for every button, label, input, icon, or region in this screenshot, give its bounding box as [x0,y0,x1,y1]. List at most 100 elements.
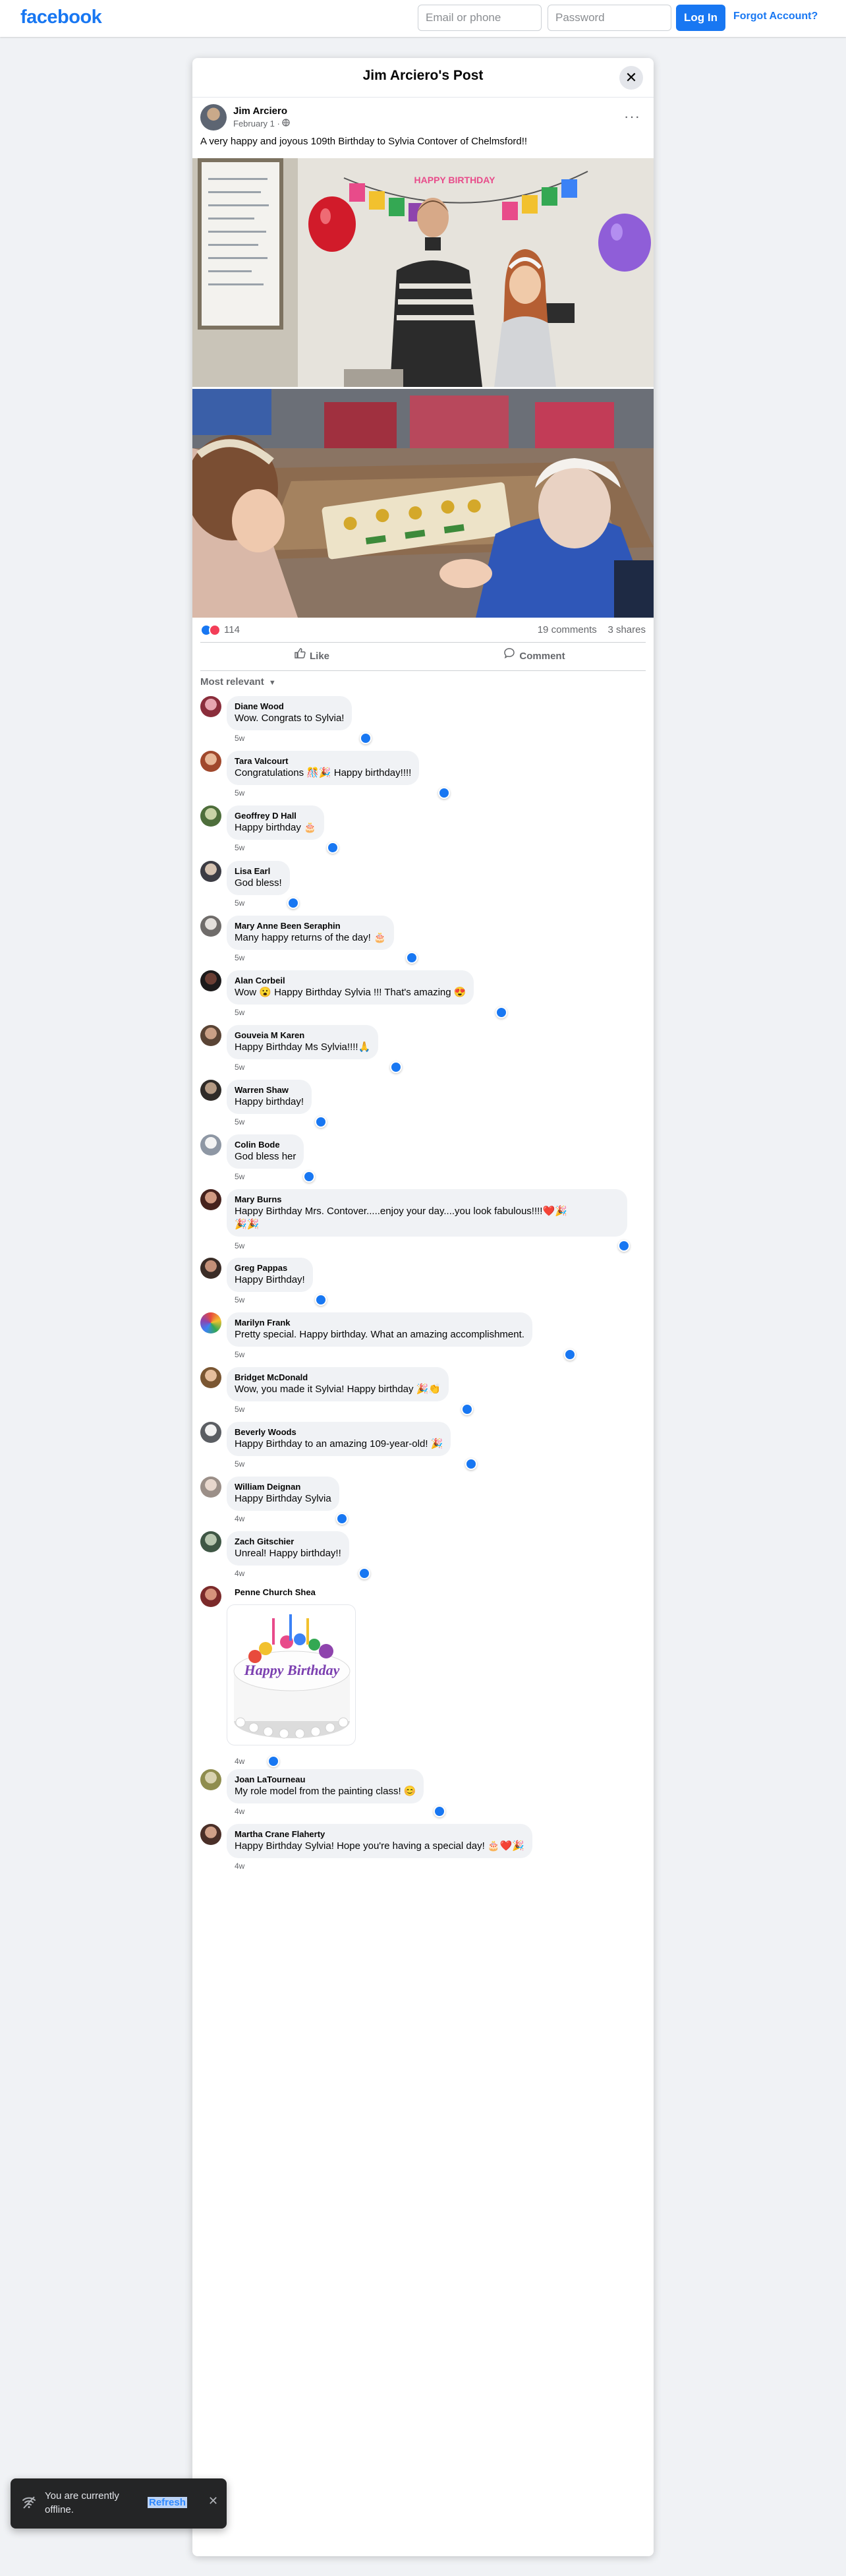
comment-time[interactable]: 5w [235,1172,244,1181]
facebook-logo[interactable]: facebook [20,7,102,28]
comments-count[interactable]: 19 comments [538,624,597,635]
like-reaction-icon[interactable] [618,1240,630,1252]
password-field[interactable] [548,5,671,31]
commenter-name[interactable]: Diane Wood [235,701,344,712]
commenter-name[interactable]: Beverly Woods [235,1427,443,1438]
more-options-icon[interactable]: ··· [624,108,640,125]
avatar[interactable] [200,1531,221,1552]
commenter-name[interactable]: Alan Corbeil [235,976,466,986]
comment-time[interactable]: 5w [235,1405,244,1414]
comment-time[interactable]: 5w [235,953,244,962]
email-field[interactable] [418,5,542,31]
avatar[interactable] [200,696,221,717]
comment-text: Many happy returns of the day! 🎂 [235,932,386,943]
avatar[interactable] [200,861,221,882]
close-icon[interactable]: ✕ [619,66,643,90]
post-date[interactable]: February 1 [233,119,275,129]
like-reaction-icon[interactable] [336,1513,348,1525]
commenter-name[interactable]: Greg Pappas [235,1263,305,1273]
commenter-name[interactable]: Mary Burns [235,1194,619,1205]
comment-time[interactable]: 4w [235,1807,244,1816]
comment-time[interactable]: 4w [235,1861,244,1871]
like-button[interactable]: Like [200,643,423,670]
commenter-name[interactable]: Penne Church Shea [235,1587,316,1598]
commenter-name[interactable]: Mary Anne Been Seraphin [235,921,386,931]
avatar[interactable] [200,1258,221,1279]
like-reaction-icon[interactable] [360,732,372,744]
avatar[interactable] [200,1367,221,1388]
like-reaction-icon[interactable] [390,1061,402,1073]
commenter-name[interactable]: Colin Bode [235,1140,296,1150]
shares-count[interactable]: 3 shares [607,624,646,635]
like-reaction-icon[interactable] [406,952,418,964]
avatar[interactable] [200,1080,221,1101]
avatar[interactable] [200,1025,221,1046]
comment-time[interactable]: 4w [235,1514,244,1523]
like-reaction-icon[interactable] [303,1171,315,1183]
like-reaction-icon[interactable] [465,1458,477,1470]
comment-time[interactable]: 5w [235,1350,244,1359]
avatar[interactable] [200,1312,221,1333]
commenter-name[interactable]: Marilyn Frank [235,1318,524,1328]
commenter-name[interactable]: Joan LaTourneau [235,1774,416,1785]
birthday-cake-sticker[interactable]: Happy Birthday [227,1604,356,1745]
commenter-name[interactable]: Warren Shaw [235,1085,304,1096]
commenter-name[interactable]: Lisa Earl [235,866,282,877]
avatar[interactable] [200,1586,221,1607]
comment-time[interactable]: 4w [235,1569,244,1578]
avatar[interactable] [200,104,227,131]
commenter-name[interactable]: William Deignan [235,1482,331,1492]
like-reaction-icon[interactable] [434,1805,445,1817]
comment-time[interactable]: 5w [235,788,244,798]
avatar[interactable] [200,1824,221,1845]
reaction-count[interactable]: 114 [224,624,240,635]
avatar[interactable] [200,1477,221,1498]
like-reaction-icon[interactable] [438,787,450,799]
like-reaction-icon[interactable] [461,1403,473,1415]
forgot-account-link[interactable]: Forgot Account? [733,11,818,22]
comment-bubble: Marilyn Frank Pretty special. Happy birt… [227,1312,532,1347]
like-reaction-icon[interactable] [564,1349,576,1361]
commenter-name[interactable]: Gouveia M Karen [235,1030,370,1041]
comment-time[interactable]: 5w [235,734,244,743]
post-photo-birthday-cake[interactable] [192,389,654,618]
commenter-name[interactable]: Geoffrey D Hall [235,811,316,821]
avatar[interactable] [200,1769,221,1790]
login-button[interactable]: Log In [676,5,725,31]
comment-time[interactable]: 5w [235,1063,244,1072]
comment-time[interactable]: 5w [235,898,244,908]
comment-time[interactable]: 5w [235,1008,244,1017]
comment-time[interactable]: 4w [235,1757,244,1766]
commenter-name[interactable]: Zach Gitschier [235,1537,341,1547]
avatar[interactable] [200,916,221,937]
comment-sort-dropdown[interactable]: Most relevant ▼ [200,676,276,688]
like-reaction-icon[interactable] [358,1567,370,1579]
commenter-name[interactable]: Tara Valcourt [235,756,411,767]
love-reaction-icon[interactable] [209,624,221,636]
comment-time[interactable]: 5w [235,1295,244,1304]
like-reaction-icon[interactable] [268,1755,279,1767]
comment-button[interactable]: Comment [423,643,646,670]
commenter-name[interactable]: Bridget McDonald [235,1372,441,1383]
avatar[interactable] [200,751,221,772]
like-reaction-icon[interactable] [315,1294,327,1306]
post-photo-birthday-party[interactable]: HAPPY BIRTHDAY [192,158,654,387]
like-reaction-icon[interactable] [287,897,299,909]
comment-time[interactable]: 5w [235,1241,244,1250]
avatar[interactable] [200,1189,221,1210]
comment-bubble: Mary Burns Happy Birthday Mrs. Contover.… [227,1189,627,1237]
like-reaction-icon[interactable] [327,842,339,854]
comment-time[interactable]: 5w [235,843,244,852]
close-icon[interactable]: ✕ [208,2494,218,2508]
commenter-name[interactable]: Martha Crane Flaherty [235,1829,524,1840]
avatar[interactable] [200,1422,221,1443]
like-reaction-icon[interactable] [495,1007,507,1018]
avatar[interactable] [200,1134,221,1156]
like-reaction-icon[interactable] [315,1116,327,1128]
refresh-button[interactable]: Refresh [148,2497,187,2508]
avatar[interactable] [200,970,221,991]
avatar[interactable] [200,805,221,827]
comment-time[interactable]: 5w [235,1459,244,1469]
comment-time[interactable]: 5w [235,1117,244,1127]
author-name[interactable]: Jim Arciero [233,105,287,117]
